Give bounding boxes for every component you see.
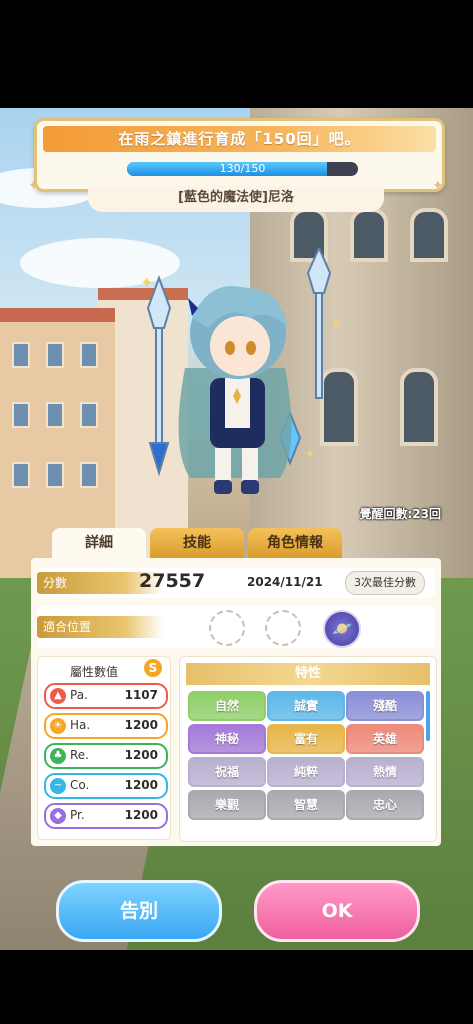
sun-icon: ☀ [50, 718, 66, 734]
wave-icon: ~ [50, 778, 66, 794]
character-title: [藍色的魔法使]尼洛 [88, 186, 384, 212]
stat-value: 1200 [124, 748, 158, 762]
planet-position-icon: 🪐 [323, 610, 361, 648]
trait-chip[interactable]: 誠實 [267, 691, 345, 721]
ok-button[interactable]: OK [254, 880, 420, 942]
svg-text:✦: ✦ [140, 273, 153, 292]
score-row: 分數 27557 2024/11/21 3次最佳分數 [37, 568, 435, 598]
svg-text:✦: ✦ [330, 316, 340, 332]
game-screen: 在雨之鎮進行育成「150回」吧。 130/150 [藍色的魔法使]尼洛 ✦ ✦ … [0, 108, 473, 950]
trait-chip[interactable]: 富有 [267, 724, 345, 754]
farewell-button[interactable]: 告別 [56, 880, 222, 942]
position-label: 適合位置 [37, 616, 163, 638]
stat-row-ha: ☀ Ha. 1200 [44, 713, 168, 739]
trait-chip[interactable]: 樂觀 [188, 790, 266, 820]
stat-name: Co. [70, 778, 90, 792]
traits-scrollbar[interactable] [426, 691, 430, 741]
navigation-bar-area [0, 950, 473, 1024]
goal-progress-text: 130/150 [219, 162, 266, 175]
trait-chip[interactable]: 神秘 [188, 724, 266, 754]
awakening-count: 覺醒回數:23回 [359, 507, 442, 521]
trait-chip[interactable]: 自然 [188, 691, 266, 721]
corner-star-icon: ✦ [432, 178, 444, 194]
stat-name: Ha. [70, 718, 91, 732]
clover-icon: ♣ [50, 748, 66, 764]
stat-row-re: ♣ Re. 1200 [44, 743, 168, 769]
position-slot-empty [209, 610, 245, 646]
traits-title: 特性 [186, 663, 430, 685]
character-illustration: ✦ ✦ ✦ [140, 248, 340, 494]
stat-name: Pa. [70, 688, 88, 702]
stat-row-pr: ◆ Pr. 1200 [44, 803, 168, 829]
trait-chip[interactable]: 智慧 [267, 790, 345, 820]
trait-chip[interactable]: 英雄 [346, 724, 424, 754]
details-panel: 分數 27557 2024/11/21 3次最佳分數 適合位置 🪐 屬性數值 S… [31, 558, 441, 846]
goal-banner: 在雨之鎮進行育成「150回」吧。 130/150 [34, 118, 445, 192]
trait-chip[interactable]: 祝福 [188, 757, 266, 787]
stat-value: 1200 [124, 778, 158, 792]
svg-text:✦: ✦ [305, 447, 315, 461]
stat-value: 1107 [124, 688, 158, 702]
stat-name: Pr. [70, 808, 85, 822]
attribute-title: 屬性數值 [69, 665, 118, 679]
score-date: 2024/11/21 [247, 575, 323, 589]
trait-chip[interactable]: 熱情 [346, 757, 424, 787]
score-value: 27557 [139, 570, 206, 592]
stat-name: Re. [70, 748, 89, 762]
trait-chip[interactable]: 純粹 [267, 757, 345, 787]
trait-chip[interactable]: 殘酷 [346, 691, 424, 721]
stat-value: 1200 [124, 808, 158, 822]
best-score-button[interactable]: 3次最佳分數 [345, 571, 425, 595]
attribute-box: 屬性數值 S ▲ Pa. 1107 ☀ Ha. 1200 ♣ Re. 1200 … [37, 656, 171, 840]
stat-row-pa: ▲ Pa. 1107 [44, 683, 168, 709]
fire-icon: ▲ [50, 688, 66, 704]
s-plus-badge-icon: S [144, 659, 162, 677]
goal-text: 在雨之鎮進行育成「150回」吧。 [43, 126, 436, 152]
position-row: 適合位置 🪐 [37, 606, 435, 648]
stat-row-co: ~ Co. 1200 [44, 773, 168, 799]
stat-value: 1200 [124, 718, 158, 732]
goal-progress-bar: 130/150 [127, 162, 358, 176]
tab-character-info[interactable]: 角色情報 [248, 528, 342, 560]
tab-details[interactable]: 詳細 [52, 528, 146, 560]
traits-box: 特性 自然 誠實 殘酷神秘 富有 英雄祝福 純粹 熱情樂觀 智慧 忠心 [179, 656, 437, 842]
left-staff [146, 275, 172, 477]
tab-skills[interactable]: 技能 [150, 528, 244, 560]
trait-chip[interactable]: 忠心 [346, 790, 424, 820]
corner-star-icon: ✦ [28, 178, 40, 194]
status-bar-area [0, 0, 473, 108]
position-slot-empty [265, 610, 301, 646]
diamond-icon: ◆ [50, 808, 66, 824]
